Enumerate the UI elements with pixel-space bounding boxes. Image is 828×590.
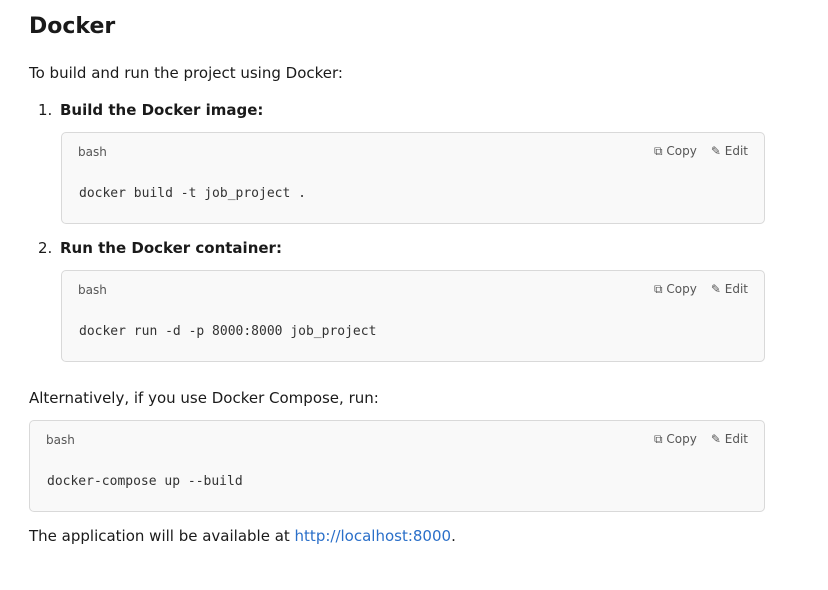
copy-icon: ⧉ [654, 144, 663, 158]
pencil-icon: ✎ [710, 432, 721, 446]
edit-button[interactable]: ✎ Edit [711, 282, 748, 297]
code-block-compose: bash ⧉ Copy ✎ Edit docker-compose up --bu… [29, 420, 765, 512]
code-language: bash [78, 145, 107, 159]
section-heading: Docker [29, 14, 116, 39]
step-number: 2. [38, 239, 53, 257]
step-2: 2. Run the Docker container: [38, 239, 282, 257]
copy-button[interactable]: ⧉ Copy [654, 282, 697, 297]
code-text: docker build -t job_project . [79, 186, 306, 201]
copy-label: Copy [666, 282, 697, 296]
copy-icon: ⧉ [654, 432, 663, 446]
footer-text: The application will be available at htt… [29, 527, 456, 545]
code-block-run: bash ⧉ Copy ✎ Edit docker run -d -p 8000:… [61, 270, 765, 362]
step-label: Run the Docker container: [60, 239, 282, 257]
pencil-icon: ✎ [710, 282, 721, 296]
step-1: 1. Build the Docker image: [38, 101, 263, 119]
step-label: Build the Docker image: [60, 101, 264, 119]
alternative-text: Alternatively, if you use Docker Compose… [29, 389, 379, 407]
edit-button[interactable]: ✎ Edit [711, 144, 748, 159]
pencil-icon: ✎ [710, 144, 721, 158]
edit-button[interactable]: ✎ Edit [711, 432, 748, 447]
copy-label: Copy [666, 144, 697, 158]
copy-button[interactable]: ⧉ Copy [654, 432, 697, 447]
code-text: docker-compose up --build [47, 474, 243, 489]
footer-suffix: . [451, 527, 456, 545]
edit-label: Edit [724, 432, 748, 446]
edit-label: Edit [724, 144, 748, 158]
intro-text: To build and run the project using Docke… [29, 64, 343, 82]
step-number: 1. [38, 101, 53, 119]
code-text: docker run -d -p 8000:8000 job_project [79, 324, 377, 339]
copy-label: Copy [666, 432, 697, 446]
localhost-link[interactable]: http://localhost:8000 [295, 527, 452, 545]
code-block-build: bash ⧉ Copy ✎ Edit docker build -t job_pr… [61, 132, 765, 224]
code-language: bash [78, 283, 107, 297]
copy-button[interactable]: ⧉ Copy [654, 144, 697, 159]
code-language: bash [46, 433, 75, 447]
copy-icon: ⧉ [654, 282, 663, 296]
edit-label: Edit [724, 282, 748, 296]
footer-prefix: The application will be available at [29, 527, 295, 545]
